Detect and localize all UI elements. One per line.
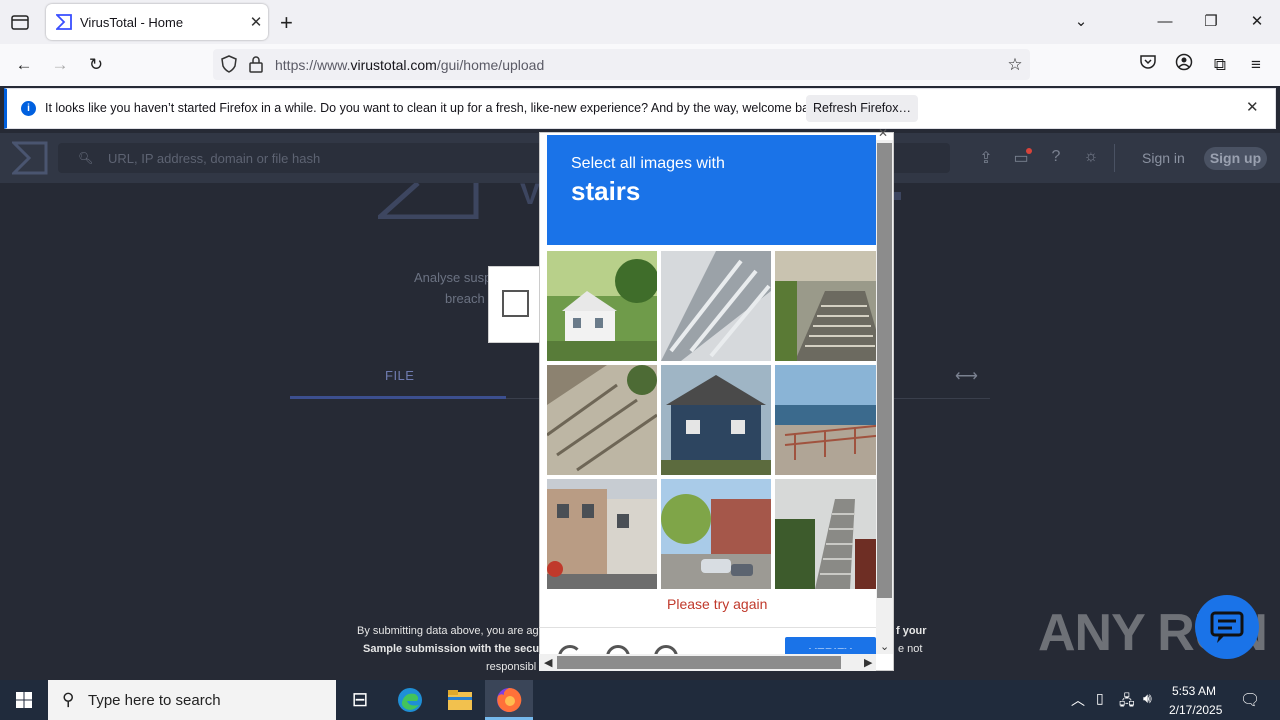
pocket-icon[interactable] [1136, 53, 1160, 77]
windows-start-button[interactable] [0, 680, 48, 720]
tab-search-waveform-icon[interactable]: ⟷ [955, 366, 978, 386]
help-icon[interactable]: ? [1045, 148, 1067, 168]
captcha-horizontal-scroll-thumb[interactable] [557, 656, 841, 669]
network-icon[interactable]: 🖧︎ [1119, 690, 1135, 714]
tab-close-icon[interactable]: ✕ [244, 13, 268, 31]
captcha-tile-5[interactable] [661, 365, 771, 475]
list-all-tabs-icon[interactable]: ⌄ [1066, 10, 1096, 34]
task-view-icon[interactable]: ⊟ [336, 680, 384, 720]
captcha-tile-1[interactable] [547, 251, 657, 361]
captcha-pointer [530, 296, 539, 312]
refresh-firefox-button[interactable]: Refresh Firefox… [806, 95, 918, 122]
terms-text-line1: By submitting data above, you are ag [357, 625, 539, 637]
virustotal-logo-icon[interactable] [10, 141, 48, 175]
vt-tagline-line2: breach [445, 291, 485, 306]
virustotal-big-logo [373, 181, 480, 220]
device-icon[interactable]: ▯ [1096, 690, 1104, 707]
vt-search-placeholder: URL, IP address, domain or file hash [108, 151, 321, 166]
captcha-close-icon[interactable]: ✕ [878, 126, 888, 140]
scroll-right-arrow-icon[interactable]: ▶ [864, 656, 872, 669]
url-text[interactable]: https://www.virustotal.com/gui/home/uplo… [275, 57, 544, 73]
sign-in-link[interactable]: Sign in [1142, 150, 1185, 166]
search-icon: 🔍︎ [78, 151, 94, 165]
notification-dot [1026, 148, 1032, 154]
forward-button[interactable]: → [48, 53, 72, 77]
url-prefix: https://www. [275, 57, 351, 73]
url-path: /gui/home/upload [436, 57, 545, 73]
tab-file[interactable]: FILE [385, 368, 414, 383]
bookmark-star-icon[interactable]: ☆ [1003, 53, 1027, 77]
search-icon: ⚲ [62, 690, 75, 709]
vt-wordmark-dot [893, 192, 901, 200]
clock-time[interactable]: 5:53 AM [1172, 684, 1216, 698]
lock-icon[interactable] [248, 55, 264, 73]
tab-title: VirusTotal - Home [80, 14, 184, 30]
tab-overview-icon[interactable] [10, 12, 30, 32]
sign-up-button[interactable]: Sign up [1204, 147, 1267, 170]
info-icon: i [21, 101, 36, 116]
terms-text-right2: e not [898, 643, 923, 655]
taskbar-search-placeholder: Type here to search [88, 692, 221, 709]
clock-date[interactable]: 2/17/2025 [1169, 703, 1222, 717]
back-button[interactable]: ← [12, 53, 36, 77]
captcha-tile-9[interactable] [775, 479, 885, 589]
captcha-tile-7[interactable] [547, 479, 657, 589]
captcha-vertical-scroll-thumb[interactable] [877, 143, 892, 598]
windows-logo-icon [16, 692, 32, 708]
notification-text: It looks like you haven’t started Firefo… [45, 101, 826, 115]
minimize-button[interactable]: — [1150, 10, 1180, 34]
captcha-target-word: stairs [571, 176, 641, 206]
restore-button[interactable]: ❐ [1196, 10, 1226, 34]
captcha-tile-2[interactable] [661, 251, 771, 361]
captcha-tile-8[interactable] [661, 479, 771, 589]
tab-file-underline [290, 396, 506, 399]
upload-icon[interactable]: ⇪ [975, 148, 997, 168]
chat-support-button[interactable] [1195, 595, 1259, 659]
vt-tagline-line1: Analyse susp [414, 270, 492, 285]
menu-hamburger-icon[interactable]: ≡ [1244, 53, 1268, 77]
captcha-tile-3[interactable] [775, 251, 885, 361]
captcha-error-message: Please try again [667, 596, 768, 612]
url-domain: virustotal.com [350, 57, 437, 73]
notification-close-icon[interactable]: ✕ [1246, 98, 1259, 116]
tab-virustotal[interactable]: VirusTotal - Home ✕ [46, 4, 268, 40]
close-window-button[interactable]: ✕ [1242, 10, 1272, 34]
new-tab-button[interactable]: + [280, 10, 293, 36]
captcha-tile-6[interactable] [775, 365, 885, 475]
show-hidden-icons-icon[interactable]: ︿ [1071, 690, 1085, 710]
reload-button[interactable]: ↻ [84, 53, 108, 77]
firefox-icon[interactable] [485, 680, 533, 720]
edge-icon[interactable] [386, 680, 434, 720]
captcha-tile-4[interactable] [547, 365, 657, 475]
scroll-left-arrow-icon[interactable]: ◀ [544, 656, 552, 669]
notification-center-icon[interactable]: 🗨︎ [1240, 690, 1260, 710]
terms-text-line3: responsibl [486, 661, 537, 673]
scroll-down-arrow-icon[interactable]: ⌄ [880, 640, 889, 653]
captcha-checkbox[interactable] [502, 290, 529, 317]
file-explorer-icon[interactable] [436, 680, 484, 720]
terms-text-right1: f your [896, 625, 927, 637]
chat-bubble-icon [1210, 611, 1244, 643]
tracking-protection-shield-icon[interactable] [220, 55, 238, 73]
virustotal-favicon-icon [54, 14, 72, 30]
captcha-footer-divider [539, 627, 876, 628]
theme-sun-icon[interactable]: ☼ [1080, 148, 1102, 168]
extensions-icon[interactable]: ⧉ [1208, 53, 1232, 77]
header-divider [1114, 144, 1115, 172]
captcha-instruction: Select all images with [571, 155, 725, 172]
vt-wordmark-fragment: V [520, 178, 541, 211]
volume-icon[interactable]: 🔊︎ [1143, 690, 1152, 707]
terms-text-line2: Sample submission with the secur [363, 643, 544, 655]
account-icon[interactable] [1172, 53, 1196, 77]
captcha-verify-label: VERIFY [785, 637, 876, 649]
